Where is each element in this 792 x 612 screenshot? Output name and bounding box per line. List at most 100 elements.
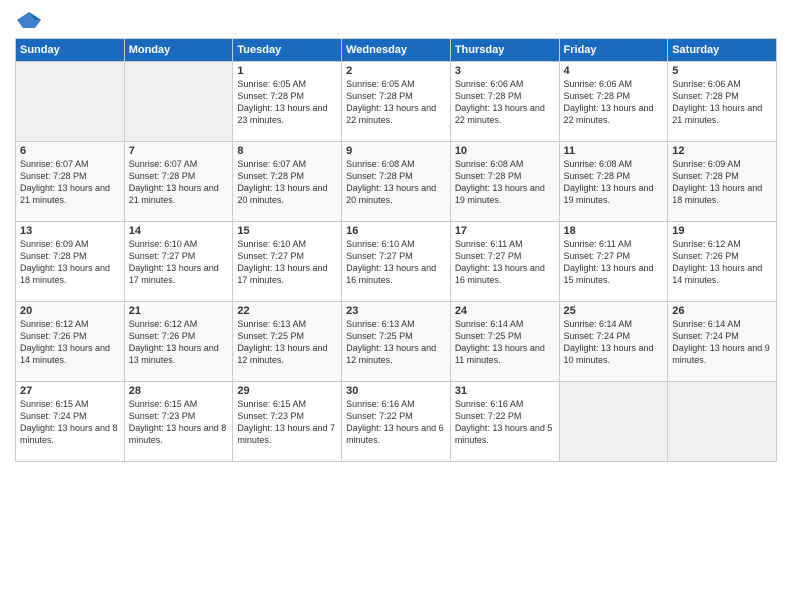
cell-info: Sunrise: 6:12 AMSunset: 7:26 PMDaylight:… [129,318,229,367]
calendar-cell: 10Sunrise: 6:08 AMSunset: 7:28 PMDayligh… [450,142,559,222]
header [15,10,777,30]
day-number: 22 [237,305,337,317]
cell-info: Sunrise: 6:11 AMSunset: 7:27 PMDaylight:… [455,238,555,287]
cell-info: Sunrise: 6:05 AMSunset: 7:28 PMDaylight:… [346,78,446,127]
calendar-cell: 20Sunrise: 6:12 AMSunset: 7:26 PMDayligh… [16,302,125,382]
calendar-cell: 24Sunrise: 6:14 AMSunset: 7:25 PMDayligh… [450,302,559,382]
cell-info: Sunrise: 6:07 AMSunset: 7:28 PMDaylight:… [129,158,229,207]
calendar-cell: 12Sunrise: 6:09 AMSunset: 7:28 PMDayligh… [668,142,777,222]
day-number: 26 [672,305,772,317]
cell-info: Sunrise: 6:09 AMSunset: 7:28 PMDaylight:… [20,238,120,287]
weekday-sunday: Sunday [16,39,125,62]
day-number: 25 [564,305,664,317]
day-number: 11 [564,145,664,157]
calendar-cell [16,62,125,142]
weekday-wednesday: Wednesday [342,39,451,62]
day-number: 23 [346,305,446,317]
calendar-cell: 13Sunrise: 6:09 AMSunset: 7:28 PMDayligh… [16,222,125,302]
calendar-table: SundayMondayTuesdayWednesdayThursdayFrid… [15,38,777,462]
day-number: 24 [455,305,555,317]
calendar-cell: 14Sunrise: 6:10 AMSunset: 7:27 PMDayligh… [124,222,233,302]
calendar-cell: 17Sunrise: 6:11 AMSunset: 7:27 PMDayligh… [450,222,559,302]
weekday-friday: Friday [559,39,668,62]
day-number: 29 [237,385,337,397]
day-number: 18 [564,225,664,237]
logo [15,10,47,30]
calendar-cell: 27Sunrise: 6:15 AMSunset: 7:24 PMDayligh… [16,382,125,462]
calendar-cell: 21Sunrise: 6:12 AMSunset: 7:26 PMDayligh… [124,302,233,382]
cell-info: Sunrise: 6:06 AMSunset: 7:28 PMDaylight:… [672,78,772,127]
cell-info: Sunrise: 6:15 AMSunset: 7:24 PMDaylight:… [20,398,120,447]
day-number: 2 [346,65,446,77]
cell-info: Sunrise: 6:05 AMSunset: 7:28 PMDaylight:… [237,78,337,127]
cell-info: Sunrise: 6:09 AMSunset: 7:28 PMDaylight:… [672,158,772,207]
calendar-cell: 30Sunrise: 6:16 AMSunset: 7:22 PMDayligh… [342,382,451,462]
calendar-cell: 19Sunrise: 6:12 AMSunset: 7:26 PMDayligh… [668,222,777,302]
calendar-cell: 1Sunrise: 6:05 AMSunset: 7:28 PMDaylight… [233,62,342,142]
cell-info: Sunrise: 6:13 AMSunset: 7:25 PMDaylight:… [237,318,337,367]
day-number: 28 [129,385,229,397]
calendar-cell: 25Sunrise: 6:14 AMSunset: 7:24 PMDayligh… [559,302,668,382]
day-number: 31 [455,385,555,397]
calendar-cell [559,382,668,462]
cell-info: Sunrise: 6:07 AMSunset: 7:28 PMDaylight:… [20,158,120,207]
calendar-cell: 4Sunrise: 6:06 AMSunset: 7:28 PMDaylight… [559,62,668,142]
calendar-cell: 26Sunrise: 6:14 AMSunset: 7:24 PMDayligh… [668,302,777,382]
day-number: 10 [455,145,555,157]
calendar-cell: 28Sunrise: 6:15 AMSunset: 7:23 PMDayligh… [124,382,233,462]
calendar-cell: 8Sunrise: 6:07 AMSunset: 7:28 PMDaylight… [233,142,342,222]
day-number: 7 [129,145,229,157]
cell-info: Sunrise: 6:16 AMSunset: 7:22 PMDaylight:… [455,398,555,447]
cell-info: Sunrise: 6:11 AMSunset: 7:27 PMDaylight:… [564,238,664,287]
cell-info: Sunrise: 6:06 AMSunset: 7:28 PMDaylight:… [564,78,664,127]
calendar-cell [668,382,777,462]
day-number: 1 [237,65,337,77]
calendar-cell: 2Sunrise: 6:05 AMSunset: 7:28 PMDaylight… [342,62,451,142]
cell-info: Sunrise: 6:14 AMSunset: 7:25 PMDaylight:… [455,318,555,367]
day-number: 5 [672,65,772,77]
calendar-cell: 22Sunrise: 6:13 AMSunset: 7:25 PMDayligh… [233,302,342,382]
cell-info: Sunrise: 6:15 AMSunset: 7:23 PMDaylight:… [129,398,229,447]
week-row-3: 13Sunrise: 6:09 AMSunset: 7:28 PMDayligh… [16,222,777,302]
weekday-thursday: Thursday [450,39,559,62]
day-number: 12 [672,145,772,157]
logo-icon [15,10,43,30]
day-number: 21 [129,305,229,317]
calendar-cell: 6Sunrise: 6:07 AMSunset: 7:28 PMDaylight… [16,142,125,222]
calendar-cell: 15Sunrise: 6:10 AMSunset: 7:27 PMDayligh… [233,222,342,302]
cell-info: Sunrise: 6:15 AMSunset: 7:23 PMDaylight:… [237,398,337,447]
calendar-cell: 9Sunrise: 6:08 AMSunset: 7:28 PMDaylight… [342,142,451,222]
cell-info: Sunrise: 6:10 AMSunset: 7:27 PMDaylight:… [237,238,337,287]
cell-info: Sunrise: 6:10 AMSunset: 7:27 PMDaylight:… [129,238,229,287]
cell-info: Sunrise: 6:10 AMSunset: 7:27 PMDaylight:… [346,238,446,287]
calendar-page: SundayMondayTuesdayWednesdayThursdayFrid… [0,0,792,612]
day-number: 4 [564,65,664,77]
day-number: 13 [20,225,120,237]
cell-info: Sunrise: 6:06 AMSunset: 7:28 PMDaylight:… [455,78,555,127]
day-number: 27 [20,385,120,397]
cell-info: Sunrise: 6:13 AMSunset: 7:25 PMDaylight:… [346,318,446,367]
week-row-2: 6Sunrise: 6:07 AMSunset: 7:28 PMDaylight… [16,142,777,222]
calendar-cell: 3Sunrise: 6:06 AMSunset: 7:28 PMDaylight… [450,62,559,142]
calendar-cell: 5Sunrise: 6:06 AMSunset: 7:28 PMDaylight… [668,62,777,142]
day-number: 30 [346,385,446,397]
day-number: 6 [20,145,120,157]
cell-info: Sunrise: 6:08 AMSunset: 7:28 PMDaylight:… [346,158,446,207]
cell-info: Sunrise: 6:08 AMSunset: 7:28 PMDaylight:… [564,158,664,207]
day-number: 15 [237,225,337,237]
day-number: 8 [237,145,337,157]
day-number: 16 [346,225,446,237]
day-number: 20 [20,305,120,317]
day-number: 19 [672,225,772,237]
day-number: 17 [455,225,555,237]
calendar-cell: 31Sunrise: 6:16 AMSunset: 7:22 PMDayligh… [450,382,559,462]
cell-info: Sunrise: 6:14 AMSunset: 7:24 PMDaylight:… [672,318,772,367]
calendar-cell: 23Sunrise: 6:13 AMSunset: 7:25 PMDayligh… [342,302,451,382]
week-row-4: 20 Sunrise: 6:12 AMSunset: 7:26 PMDayligh… [16,302,777,382]
cell-info: Sunrise: 6:07 AMSunset: 7:28 PMDaylight:… [237,158,337,207]
weekday-monday: Monday [124,39,233,62]
calendar-cell: 11Sunrise: 6:08 AMSunset: 7:28 PMDayligh… [559,142,668,222]
day-number: 14 [129,225,229,237]
cell-info: Sunrise: 6:08 AMSunset: 7:28 PMDaylight:… [455,158,555,207]
cell-info: Sunrise: 6:14 AMSunset: 7:24 PMDaylight:… [564,318,664,367]
